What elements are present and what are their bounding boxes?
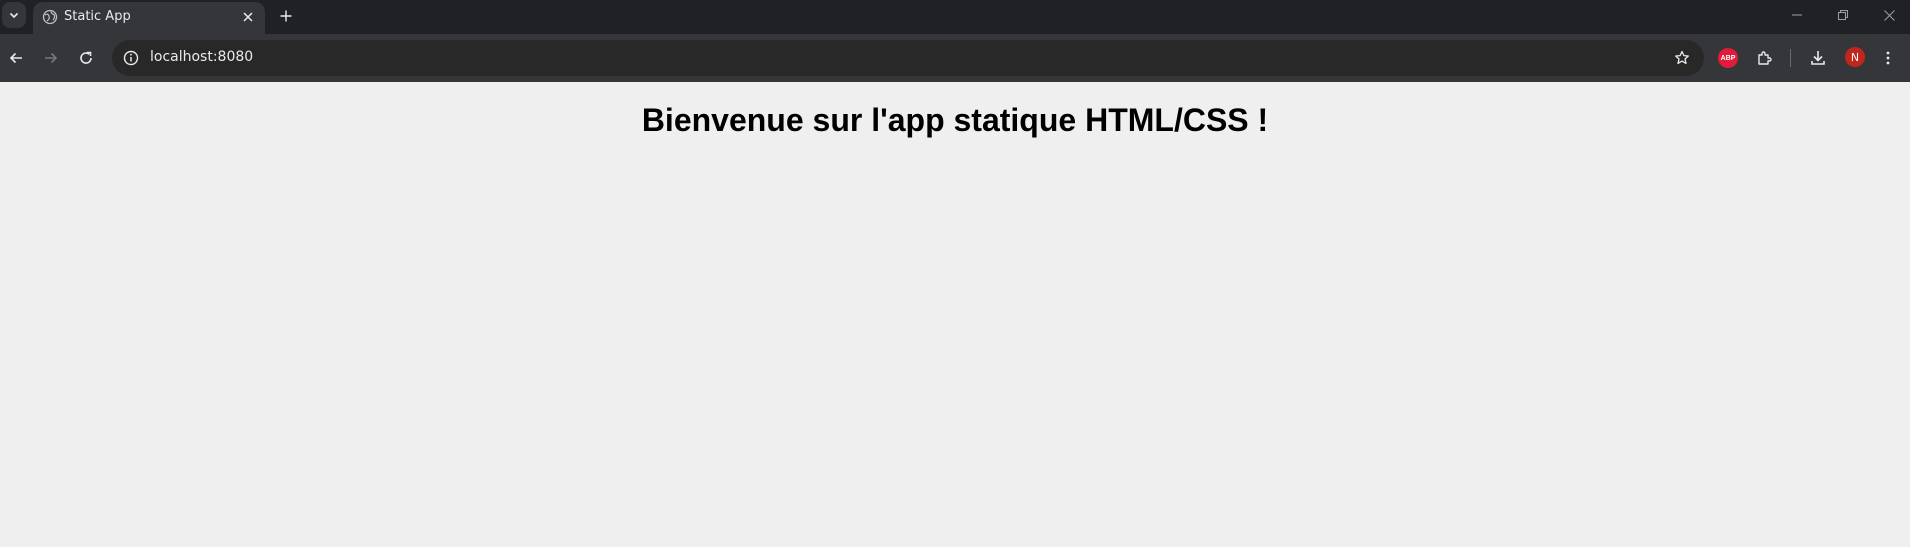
adblock-plus-icon[interactable]: ABP (1718, 48, 1738, 68)
star-icon (1675, 50, 1689, 65)
globe-icon (42, 9, 58, 25)
info-icon[interactable] (122, 49, 140, 67)
close-window-button[interactable] (1866, 0, 1910, 30)
tab-close-button[interactable] (239, 8, 257, 26)
tab-strip: Static App (0, 0, 1910, 34)
tab-static-app[interactable]: Static App (33, 2, 265, 34)
close-icon (1883, 9, 1895, 21)
downloads-button[interactable] (1804, 44, 1832, 72)
close-icon (243, 12, 253, 22)
forward-button[interactable] (37, 44, 65, 72)
arrow-right-icon (45, 52, 58, 64)
extensions-button[interactable] (1751, 44, 1779, 72)
arrow-left-icon (9, 52, 22, 64)
new-tab-button[interactable] (275, 5, 297, 27)
reload-button[interactable] (72, 44, 100, 72)
tab-title: Static App (64, 9, 131, 24)
back-button[interactable] (2, 44, 30, 72)
menu-button[interactable] (1874, 44, 1902, 72)
minimize-button[interactable] (1774, 0, 1820, 30)
chevron-down-icon (9, 12, 19, 19)
page-viewport: Bienvenue sur l'app statique HTML/CSS ! (0, 82, 1910, 547)
tab-search-button[interactable] (2, 2, 26, 28)
profile-avatar[interactable]: N (1845, 47, 1865, 67)
page-heading: Bienvenue sur l'app statique HTML/CSS ! (641, 102, 1269, 138)
more-vertical-icon (1886, 51, 1890, 65)
bookmark-button[interactable] (1672, 48, 1692, 68)
profile-initial: N (1850, 50, 1860, 64)
download-icon (1811, 51, 1825, 65)
url-text[interactable]: localhost:8080 (150, 49, 253, 65)
restore-button[interactable] (1820, 0, 1866, 30)
address-bar[interactable]: localhost:8080 (112, 40, 1704, 76)
minimize-icon (1792, 14, 1802, 16)
puzzle-piece-icon (1758, 51, 1772, 65)
toolbar-separator (1790, 49, 1791, 67)
toolbar: localhost:8080 ABP N (0, 34, 1910, 82)
abp-label: ABP (1720, 54, 1736, 62)
restore-icon (1838, 10, 1848, 20)
browser-window: Static App localhost:8080 ABP N Bienvenu… (0, 0, 1910, 547)
plus-icon (280, 10, 292, 22)
reload-icon (80, 51, 92, 64)
